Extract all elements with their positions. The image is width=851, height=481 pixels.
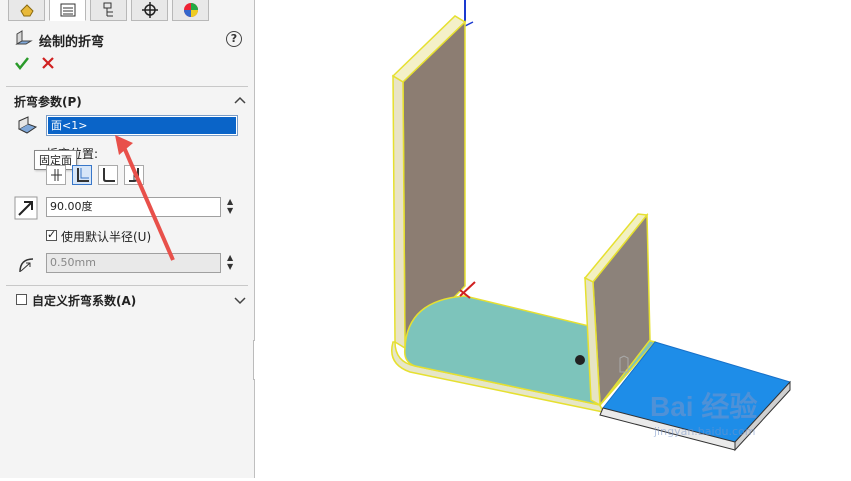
watermark-url: jingyan.baidu.com [654,425,756,438]
bend-radius-icon [19,258,34,273]
dimxpert-tab[interactable] [131,0,168,21]
divider [6,285,248,286]
property-manager-icon [60,3,76,17]
crosshair-icon [142,2,158,18]
custom-bend-allowance-label: 自定义折弯系数(A) [32,294,137,308]
fixed-face-selection-box[interactable]: 面<1> [46,115,238,136]
chevron-down-icon[interactable] [234,295,246,305]
appearance-icon [184,3,198,17]
display-tab[interactable] [172,0,209,21]
baidu-watermark: Bai 经验 jingyan.baidu.com [650,385,757,438]
cancel-x-icon[interactable] [40,55,56,71]
configuration-icon [103,2,113,17]
featuremanager-tab[interactable] [8,0,45,21]
graphics-viewport[interactable] [113,0,851,478]
sheet-metal-model [113,0,791,452]
panel-title: 绘制的折弯 [39,35,105,50]
material-inside-icon [77,168,89,182]
divider [6,86,248,87]
selected-face-item[interactable]: 面<1> [48,117,236,134]
use-default-radius-checkbox[interactable] [46,228,57,241]
manager-tabs [0,0,254,22]
help-icon[interactable]: ? [226,31,242,47]
angle-spinner[interactable]: ▲ ▼ [227,197,237,215]
bend-centerline-button[interactable] [46,165,66,185]
material-inside-button[interactable] [72,165,92,185]
bend-parameters-heading: 折弯参数(P) [14,95,82,109]
radius-spinner[interactable]: ▲ ▼ [227,253,237,271]
panel-header: 绘制的折弯 ? [14,29,246,50]
red-arrow-annotation [115,135,175,261]
fixed-face-icon [17,116,38,134]
configuration-tab[interactable] [90,0,127,21]
ok-checkmark-icon[interactable] [14,55,30,71]
custom-bend-allowance-checkbox[interactable] [16,294,27,305]
bend-angle-icon [14,196,38,220]
watermark-brand: Bai 经验 [650,391,758,422]
feature-manager-icon [20,4,34,17]
propertymanager-tab[interactable] [49,0,86,21]
chevron-up-icon[interactable] [234,95,246,105]
bend-centerline-icon [51,169,62,181]
sketched-bend-icon [15,30,33,45]
